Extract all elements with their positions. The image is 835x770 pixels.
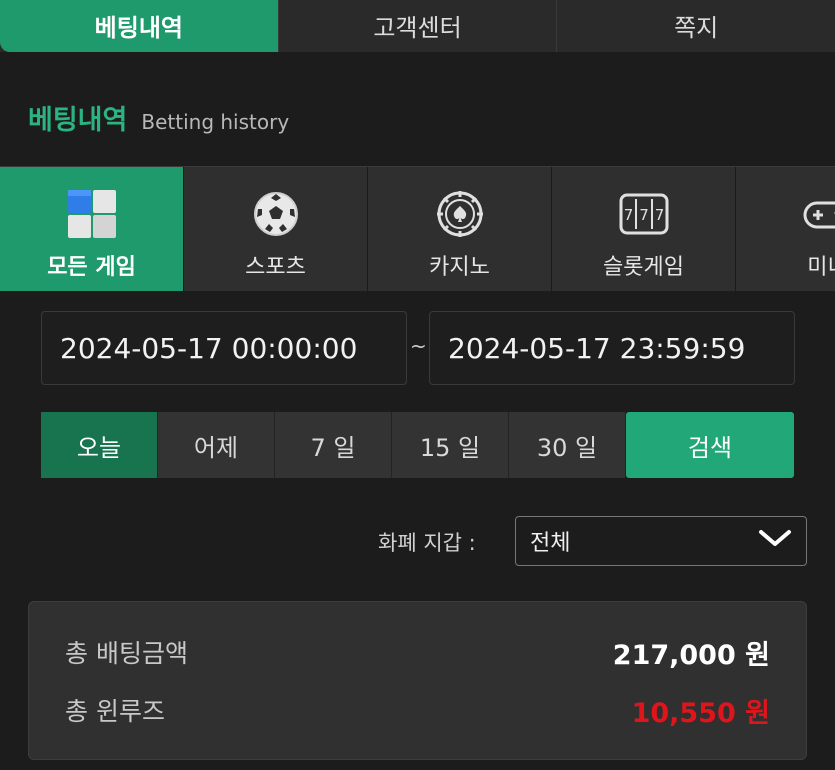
- total-winloss-label: 총 윈루즈: [65, 697, 165, 726]
- tab-customer-center[interactable]: 고객센터: [277, 0, 557, 52]
- game-tab-label: 스포츠: [245, 255, 306, 280]
- total-winloss-value: 10,550 원: [631, 697, 770, 729]
- tab-messages[interactable]: 쪽지: [556, 0, 835, 52]
- betting-summary: 총 배팅금액 217,000 원 총 윈루즈 10,550 원: [28, 601, 807, 760]
- game-tab-label: 모든 게임: [47, 255, 136, 280]
- chevron-down-icon: [758, 528, 792, 554]
- soccer-ball-icon: [249, 187, 303, 241]
- casino-chip-icon: [433, 187, 487, 241]
- game-tab-all[interactable]: 모든 게임: [0, 167, 184, 291]
- game-tab-label: 카지노: [429, 255, 490, 280]
- game-category-tabs: 모든 게임 스포츠 카지노 7 7 7 슬롯게임 미: [0, 166, 835, 291]
- end-date-input[interactable]: 2024-05-17 23:59:59: [429, 311, 795, 385]
- end-date-value: 2024-05-17 23:59:59: [448, 331, 746, 365]
- game-tab-label: 슬롯게임: [603, 255, 684, 280]
- game-tab-sports[interactable]: 스포츠: [184, 167, 368, 291]
- start-date-value: 2024-05-17 00:00:00: [60, 331, 358, 365]
- game-tab-mini[interactable]: 미니: [736, 167, 835, 291]
- start-date-input[interactable]: 2024-05-17 00:00:00: [41, 311, 407, 385]
- total-bet-label: 총 배팅금액: [65, 639, 188, 668]
- search-button[interactable]: 검색: [626, 412, 794, 478]
- game-tab-slots[interactable]: 7 7 7 슬롯게임: [552, 167, 736, 291]
- range-today-button[interactable]: 오늘: [41, 412, 158, 478]
- range-yesterday-button[interactable]: 어제: [158, 412, 275, 478]
- page-title: 베팅내역 Betting history: [28, 98, 289, 137]
- range-30-days-button[interactable]: 30 일: [509, 412, 626, 478]
- svg-text:7: 7: [639, 206, 649, 224]
- page-title-sub: Betting history: [141, 110, 290, 134]
- game-tab-label: 미니: [807, 255, 835, 280]
- game-tab-casino[interactable]: 카지노: [368, 167, 552, 291]
- range-15-days-button[interactable]: 15 일: [392, 412, 509, 478]
- slot-777-icon: 7 7 7: [617, 187, 671, 241]
- total-bet-value: 217,000 원: [612, 639, 770, 671]
- top-nav-tabs: 베팅내역 고객센터 쪽지: [0, 0, 835, 52]
- page-title-main: 베팅내역: [28, 105, 128, 136]
- tab-betting-history[interactable]: 베팅내역: [0, 0, 278, 52]
- currency-selected-value: 전체: [530, 531, 571, 556]
- date-separator: ~: [410, 334, 427, 358]
- total-winloss-row: 총 윈루즈 10,550 원: [65, 690, 770, 730]
- svg-text:7: 7: [654, 206, 664, 224]
- quick-range-buttons: 오늘 어제 7 일 15 일 30 일 검색: [41, 412, 795, 478]
- range-7-days-button[interactable]: 7 일: [275, 412, 392, 478]
- currency-wallet-label: 화폐 지갑 :: [378, 531, 476, 555]
- gamepad-icon: [801, 187, 835, 241]
- currency-wallet-select[interactable]: 전체: [515, 516, 807, 566]
- total-bet-row: 총 배팅금액 217,000 원: [65, 632, 770, 672]
- all-games-cubes-icon: [65, 187, 119, 241]
- svg-text:7: 7: [623, 206, 633, 224]
